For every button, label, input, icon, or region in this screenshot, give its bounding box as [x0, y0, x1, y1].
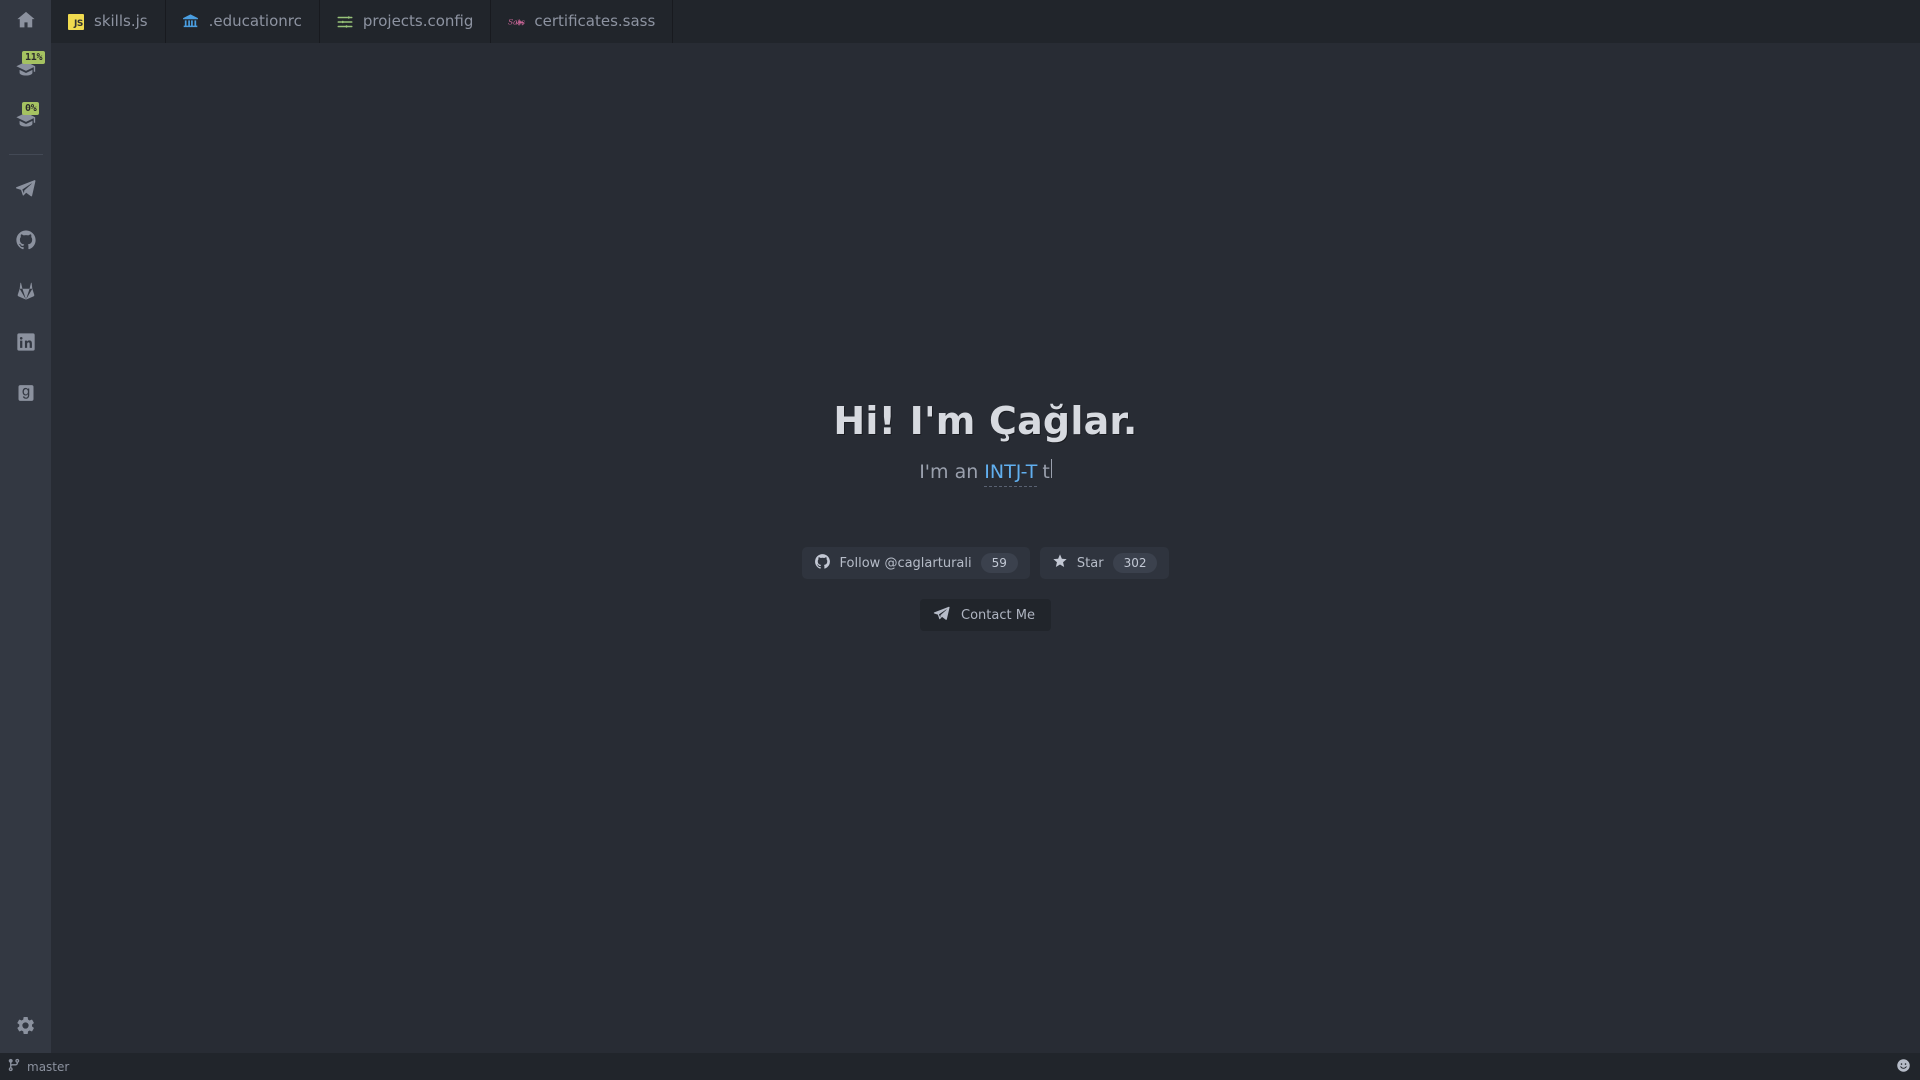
smiley-icon	[1896, 1058, 1911, 1076]
github-icon	[15, 229, 37, 251]
hero-typed-tail: t	[1042, 460, 1050, 483]
activity-item-gitlab[interactable]	[0, 265, 51, 316]
gitlab-icon	[15, 280, 37, 302]
github-icon	[814, 553, 831, 574]
contact-me-button[interactable]: Contact Me	[920, 599, 1051, 632]
page-title: Hi! I'm Çağlar.	[833, 399, 1138, 443]
telegram-icon	[933, 605, 950, 626]
hero-subtitle: I'm an INTJ-T t	[919, 458, 1052, 488]
tab-label: .educationrc	[208, 12, 302, 30]
github-buttons-row: Follow @caglarturali 59 Star 302	[801, 547, 1170, 580]
tab-certificates-sass[interactable]: Sass certificates.sass	[491, 0, 674, 43]
activity-item-settings[interactable]	[0, 1001, 51, 1053]
hero-subtitle-prefix: I'm an	[919, 460, 979, 483]
activity-bar: 11% 0%	[0, 0, 51, 1053]
activity-item-linkedin[interactable]	[0, 316, 51, 367]
sliders-file-icon	[336, 13, 354, 31]
tab-skills-js[interactable]: JS skills.js	[51, 0, 166, 43]
git-branch-icon	[7, 1058, 21, 1075]
telegram-icon	[15, 178, 36, 199]
editor-content: Hi! I'm Çağlar. I'm an INTJ-T t Follow @…	[51, 43, 1920, 1053]
tab-label: skills.js	[94, 12, 148, 30]
home-icon	[15, 9, 37, 35]
github-star-label: Star	[1076, 555, 1104, 571]
github-star-button[interactable]: Star 302	[1039, 547, 1170, 580]
activity-item-goodreads[interactable]	[0, 367, 51, 418]
activity-separator	[8, 154, 43, 155]
activity-badge-education: 11%	[22, 51, 46, 64]
bank-file-icon	[182, 13, 200, 31]
activity-item-certificates[interactable]: 0%	[0, 94, 51, 145]
status-bar: master	[0, 1053, 1920, 1080]
svg-text:Sass: Sass	[509, 17, 526, 26]
activity-item-telegram[interactable]	[0, 163, 51, 214]
activity-item-home[interactable]	[0, 0, 51, 43]
activity-item-github[interactable]	[0, 214, 51, 265]
github-star-count: 302	[1112, 552, 1158, 574]
app-root: 11% 0% JS skills.js .educationrc project…	[0, 0, 1920, 1080]
star-icon	[1052, 553, 1068, 573]
status-branch-label: master	[27, 1059, 70, 1074]
js-file-icon: JS	[67, 13, 85, 31]
activity-badge-certificates: 0%	[22, 102, 40, 115]
status-branch[interactable]: master	[7, 1058, 69, 1075]
github-follow-label: Follow @caglarturali	[839, 555, 972, 571]
status-feedback-button[interactable]	[1896, 1058, 1911, 1076]
gear-icon	[15, 1015, 36, 1040]
github-follow-button[interactable]: Follow @caglarturali 59	[801, 547, 1030, 580]
github-follow-count: 59	[980, 552, 1018, 574]
hero-section: Hi! I'm Çağlar. I'm an INTJ-T t Follow @…	[51, 398, 1920, 632]
sass-file-icon: Sass	[507, 13, 526, 31]
tab-label: projects.config	[362, 12, 474, 30]
typing-caret	[1050, 458, 1052, 478]
tab-label: certificates.sass	[534, 12, 656, 30]
tab-bar: JS skills.js .educationrc projects.confi…	[51, 0, 1920, 43]
linkedin-icon	[16, 332, 36, 352]
hero-typed-word: INTJ-T	[984, 460, 1038, 488]
activity-item-education[interactable]: 11%	[0, 43, 51, 94]
contact-me-label: Contact Me	[961, 607, 1035, 623]
workbench-body: 11% 0% JS skills.js .educationrc project…	[0, 0, 1920, 1053]
goodreads-icon	[16, 383, 36, 403]
right-pane: JS skills.js .educationrc projects.confi…	[51, 0, 1920, 1053]
tab-projects-config[interactable]: projects.config	[319, 0, 492, 43]
tab-educationrc[interactable]: .educationrc	[165, 0, 320, 43]
